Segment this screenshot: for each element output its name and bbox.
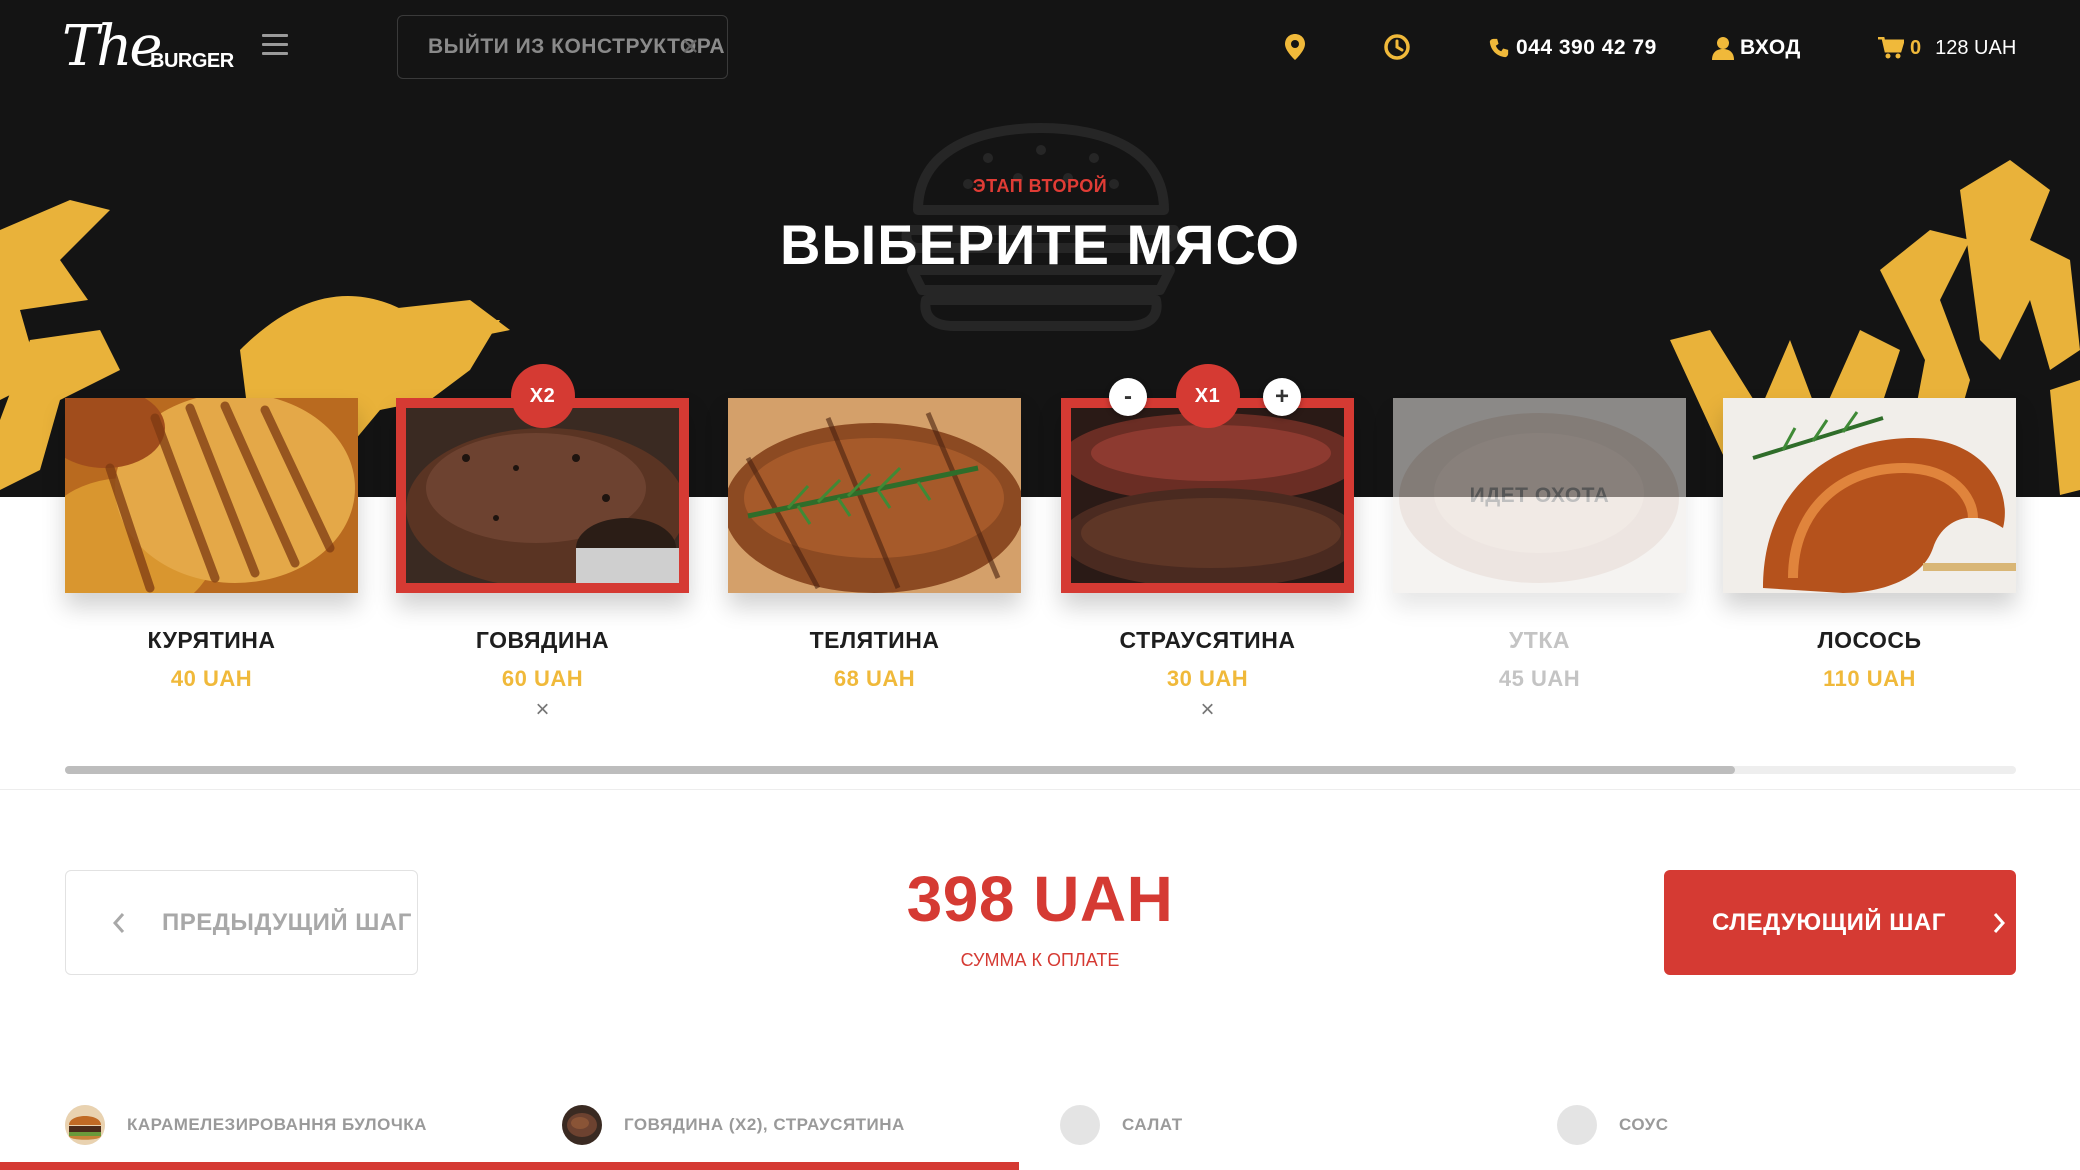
next-step-label: СЛЕДУЮЩИЙ ШАГ <box>1712 908 1946 936</box>
phone-icon <box>1489 38 1509 58</box>
meat-photo-chicken[interactable] <box>65 398 358 593</box>
user-icon <box>1712 37 1734 60</box>
meat-name: КУРЯТИНА <box>147 627 276 653</box>
meat-card-ostrich: X1 - + СТРАУСЯТИНА 30 UAH × <box>1061 364 1354 722</box>
close-icon: × <box>681 30 699 63</box>
meat-card-beef: X2 ГОВЯДИНА 60 UAH × <box>396 364 689 722</box>
meat-card-veal: ТЕЛЯТИНА 68 UAH <box>728 398 1021 692</box>
meat-name: ТЕЛЯТИНА <box>809 627 940 653</box>
empty-step-icon <box>1060 1105 1100 1145</box>
meat-price: 110 UAH <box>1823 666 1916 691</box>
quantity-badge: X1 <box>1175 364 1240 428</box>
unavailable-overlay: ИДЕТ ОХОТА <box>1393 398 1686 593</box>
location-pin-icon[interactable] <box>1280 32 1310 62</box>
meat-price: 30 UAH <box>1166 666 1249 691</box>
meat-name: СТРАУСЯТИНА <box>1119 627 1296 653</box>
step-bun[interactable]: КАРАМЕЛЕЗИРОВАННЯ БУЛОЧКА <box>65 1104 427 1146</box>
meat-icon <box>562 1105 602 1145</box>
meat-photo-duck: ИДЕТ ОХОТА <box>1393 398 1686 593</box>
quantity-badge: X2 <box>510 364 575 428</box>
chevron-right-icon <box>1993 912 2005 933</box>
meat-photo-salmon[interactable] <box>1723 398 2016 593</box>
brand-logo[interactable]: The BURGER <box>62 14 234 80</box>
meat-photo-veal[interactable] <box>728 398 1021 593</box>
meat-price: 60 UAH <box>501 666 584 691</box>
step-label: СОУС <box>1619 1115 1669 1134</box>
phone-number: 044 390 42 79 <box>1516 36 1657 59</box>
meat-price: 40 UAH <box>170 666 253 691</box>
login-link[interactable]: ВХОД <box>1712 28 1801 68</box>
cart-total: 128 UAH <box>1935 36 2017 59</box>
step-sauce[interactable]: СОУС <box>1557 1104 1669 1146</box>
remove-icon[interactable]: × <box>533 698 553 722</box>
step-caption: ЭТАП ВТОРОЙ <box>972 176 1108 196</box>
meat-card-duck: ИДЕТ ОХОТА УТКА 45 UAH <box>1393 398 1686 692</box>
meat-name: ГОВЯДИНА <box>475 627 610 653</box>
cart-count: 0 <box>1910 36 1922 59</box>
step-label: КАРАМЕЛЕЗИРОВАННЯ БУЛОЧКА <box>127 1115 427 1134</box>
bun-icon <box>65 1105 105 1145</box>
step-salad[interactable]: САЛАТ <box>1060 1104 1183 1146</box>
step-meat[interactable]: ГОВЯДИНА (X2), СТРАУСЯТИНА <box>562 1104 905 1146</box>
cart-icon <box>1878 37 1904 59</box>
meat-card-salmon: ЛОСОСЬ 110 UAH <box>1723 398 2016 692</box>
decrease-quantity-button[interactable]: - <box>1109 378 1147 416</box>
meat-photo-beef[interactable]: X2 <box>396 364 689 593</box>
meat-name: УТКА <box>1508 627 1570 653</box>
section-divider <box>0 789 2080 790</box>
login-label: ВХОД <box>1740 36 1801 59</box>
scrollbar-thumb[interactable] <box>65 766 1736 774</box>
phone-link[interactable]: 044 390 42 79 <box>1488 28 1657 68</box>
meat-price: 68 UAH <box>833 666 916 691</box>
meat-name: ЛОСОСЬ <box>1817 627 1922 653</box>
steps-progress-bar <box>0 1162 1020 1170</box>
meat-photo-ostrich[interactable]: X1 - + <box>1061 364 1354 593</box>
meat-card-chicken: КУРЯТИНА 40 UAH <box>65 398 358 692</box>
step-label: ГОВЯДИНА (X2), СТРАУСЯТИНА <box>624 1115 905 1134</box>
step-label: САЛАТ <box>1122 1115 1183 1134</box>
top-navbar: The BURGER ВЫЙТИ ИЗ КОНСТРУКТОРА × 044 3… <box>0 0 2080 96</box>
empty-step-icon <box>1557 1105 1597 1145</box>
increase-quantity-button[interactable]: + <box>1263 378 1301 416</box>
clock-icon[interactable] <box>1382 32 1412 62</box>
hamburger-menu-icon[interactable] <box>262 34 288 56</box>
page-title: ВЫБЕРИТЕ МЯСО <box>779 213 1301 276</box>
next-step-button[interactable]: СЛЕДУЮЩИЙ ШАГ <box>1664 870 2016 975</box>
cards-scrollbar[interactable] <box>65 766 2016 774</box>
meat-price: 45 UAH <box>1498 666 1581 691</box>
remove-icon[interactable]: × <box>1198 698 1218 722</box>
cart-button[interactable]: 0 128 UAH <box>1878 28 2016 68</box>
exit-constructor-button[interactable]: ВЫЙТИ ИЗ КОНСТРУКТОРА × <box>397 15 728 79</box>
